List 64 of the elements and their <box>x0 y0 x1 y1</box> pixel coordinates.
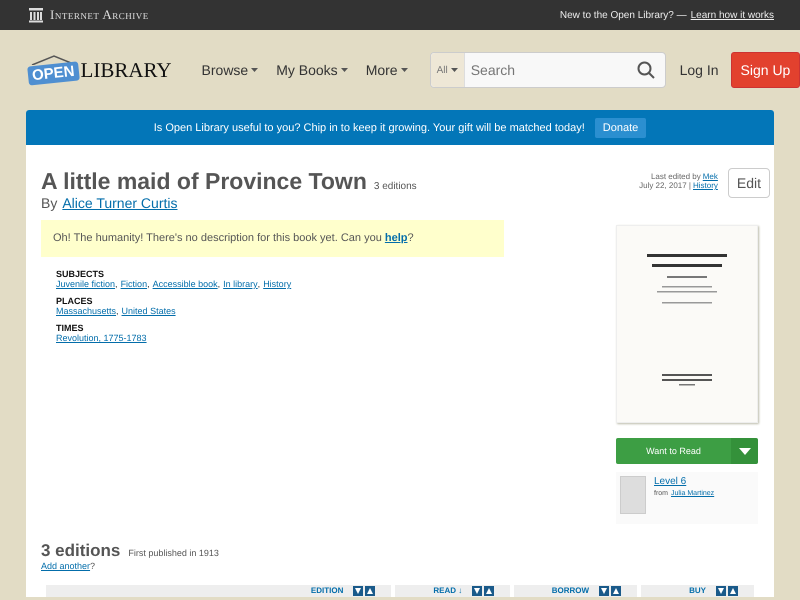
subject-link[interactable]: Accessible book <box>152 279 218 289</box>
facet-heading: TIMES <box>56 323 85 333</box>
comma: , <box>147 279 150 289</box>
book-cover-image[interactable] <box>616 225 758 423</box>
shelf-dropdown-button[interactable] <box>731 438 758 464</box>
subject-link[interactable]: Fiction <box>120 279 148 289</box>
caret-icon <box>738 448 750 454</box>
subject-link[interactable]: Juvenile fiction <box>56 279 116 289</box>
logo-badge: OPEN <box>27 60 80 86</box>
learn-link[interactable]: Learn how it works <box>690 10 774 20</box>
caret-icon <box>450 68 458 72</box>
editions-heading: 3 editions <box>41 541 120 561</box>
nav-menu[interactable]: My Books <box>276 58 348 82</box>
edited-label: Last edited by <box>650 172 701 181</box>
first-published: First published in 1913 <box>128 548 219 558</box>
top-prompt: New to the Open Library? — <box>560 10 687 20</box>
edit-button[interactable]: Edit <box>728 168 770 198</box>
facet-heading: SUBJECTS <box>56 269 106 279</box>
comma: , <box>115 279 118 289</box>
scope-dropdown[interactable]: All <box>430 53 465 87</box>
editor-link[interactable]: Mek <box>702 172 718 181</box>
column-label: BORROW <box>552 585 590 597</box>
search-icon <box>636 61 655 79</box>
subject-link[interactable]: Massachusetts <box>56 306 116 316</box>
column-header[interactable]: READ ↓ <box>395 585 510 597</box>
caret-icon <box>251 68 258 72</box>
caret-icon <box>340 68 348 72</box>
comma: , <box>218 279 220 289</box>
author-link[interactable]: Alice Turner Curtis <box>62 195 178 211</box>
login-link[interactable]: Log In <box>680 62 719 78</box>
facet-heading: PLACES <box>56 296 94 306</box>
search-field[interactable]: All Search <box>430 52 666 88</box>
column-header[interactable]: BUY <box>641 585 754 597</box>
subject-link[interactable]: History <box>263 279 292 289</box>
donate-button[interactable]: Donate <box>594 118 646 138</box>
column-label: BUY <box>689 585 706 597</box>
column-label: READ ↓ <box>433 585 462 597</box>
description-notice: Oh! The humanity! There's no description for this book yet. Can you help? <box>41 220 504 257</box>
column-header[interactable]: EDITION <box>46 585 392 597</box>
edit-date: July 22, 2017 | <box>639 181 691 190</box>
temple-icon <box>28 7 44 23</box>
add-another-link[interactable]: Add another <box>41 561 90 571</box>
by-label: By <box>41 195 58 211</box>
nav-menu[interactable]: More <box>366 58 408 82</box>
caret-icon <box>400 68 408 72</box>
comma: , <box>116 306 119 316</box>
banner-text: Is Open Library useful to you? Chip in to keep it growing. Your gift will be matched today! <box>154 122 585 134</box>
subject-link[interactable]: In library <box>223 279 258 289</box>
brand-name[interactable]: Internet Archive <box>50 7 149 23</box>
subject-link[interactable]: Revolution, 1775-1783 <box>56 333 147 343</box>
column-label: EDITION <box>310 585 344 597</box>
signup-button[interactable]: Sign Up <box>730 52 800 88</box>
nav-menu[interactable]: Browse <box>202 58 258 82</box>
question-mark: ? <box>90 561 96 571</box>
want-to-read-button[interactable]: Want to Read <box>616 438 731 464</box>
subject-link[interactable]: United States <box>122 306 176 316</box>
comma: , <box>258 279 260 289</box>
history-link[interactable]: History <box>692 181 718 190</box>
list-cover-thumbnail[interactable] <box>620 476 646 514</box>
logo-text: LIBRARY <box>80 58 172 82</box>
column-header[interactable]: BORROW <box>514 585 638 597</box>
list-link[interactable]: Level 6 <box>654 476 714 487</box>
edition-count: 3 editions <box>374 181 417 192</box>
book-title: A little maid of Province Town <box>41 168 367 195</box>
